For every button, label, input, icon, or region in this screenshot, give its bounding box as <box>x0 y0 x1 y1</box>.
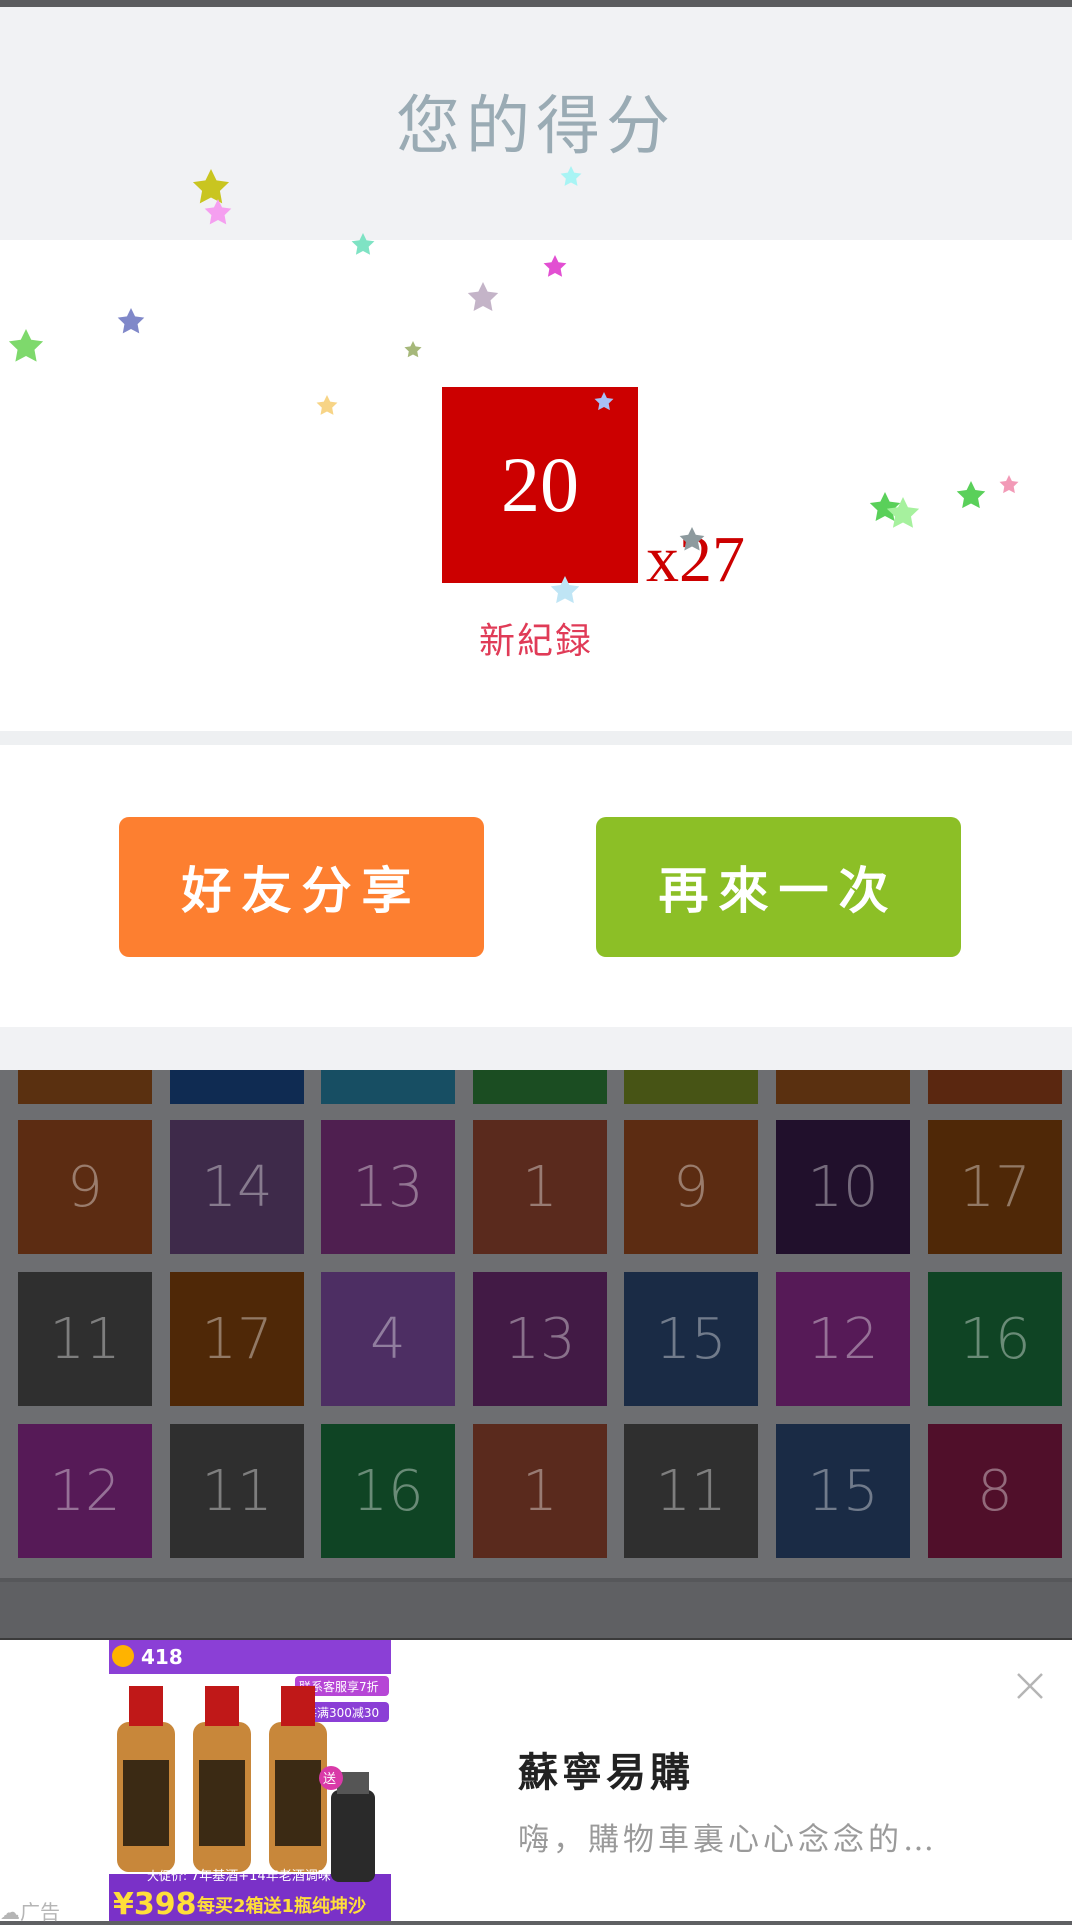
board-tile[interactable]: 13 <box>473 1272 607 1406</box>
board-tile-partial[interactable] <box>928 1070 1062 1104</box>
board-tile[interactable]: 17 <box>170 1272 304 1406</box>
score-panel: 20 x27 新紀録 <box>0 240 1072 731</box>
retry-button[interactable]: 再來一次 <box>596 817 961 957</box>
board-tile[interactable]: 11 <box>624 1424 758 1558</box>
share-button[interactable]: 好友分享 <box>119 817 484 957</box>
board-tile[interactable]: 16 <box>321 1424 455 1558</box>
divider <box>0 731 1072 745</box>
ad-price-label: 大促价: <box>147 1869 187 1883</box>
board-tile-partial[interactable] <box>624 1070 758 1104</box>
board-tile[interactable]: 9 <box>624 1120 758 1254</box>
board-tile[interactable]: 8 <box>928 1424 1062 1558</box>
board-tile-partial[interactable] <box>170 1070 304 1104</box>
board-tile[interactable]: 13 <box>321 1120 455 1254</box>
score-value: 20 <box>442 387 638 583</box>
board-tile-partial[interactable] <box>18 1070 152 1104</box>
ad-price-desc: 7年基酒+14年老酒调味 <box>191 1869 331 1884</box>
ad-offer: 每买2箱送1瓶纯坤沙 <box>197 1895 366 1917</box>
page-title: 您的得分 <box>396 90 676 164</box>
panel-bottom-strip <box>0 1027 1072 1070</box>
game-board: 9 14 13 1 9 10 17 11 17 4 13 15 12 16 12 11 16 1 11 15 8 <box>0 1070 1072 1578</box>
board-tile[interactable]: 14 <box>170 1120 304 1254</box>
board-tile-partial[interactable] <box>776 1070 910 1104</box>
board-tile[interactable]: 1 <box>473 1120 607 1254</box>
board-tile[interactable]: 4 <box>321 1272 455 1406</box>
ad-description[interactable]: 嗨，購物車裏心心念念的… <box>518 1814 938 1859</box>
board-tile[interactable]: 16 <box>928 1272 1062 1406</box>
score-header: 您的得分 <box>0 7 1072 240</box>
ad-image[interactable]: 418 联系客服享7折 每满300减30 送 大促价: 7年基酒+14年老酒调味… <box>109 1640 391 1921</box>
combo-multiplier: x27 <box>646 523 745 596</box>
ad-label: ☁广告 <box>0 1900 60 1924</box>
board-tile[interactable]: 1 <box>473 1424 607 1558</box>
ad-price: ¥398 <box>113 1887 197 1921</box>
ad-title[interactable]: 蘇寧易購 <box>518 1740 694 1798</box>
ad-promo-text: 每满300减30 <box>305 1705 379 1720</box>
board-tile-partial[interactable] <box>473 1070 607 1104</box>
board-tile[interactable]: 17 <box>928 1120 1062 1254</box>
board-tile[interactable]: 12 <box>18 1424 152 1558</box>
mascot-icon <box>112 1645 134 1667</box>
action-panel: 好友分享 再來一次 <box>0 745 1072 1027</box>
top-bar <box>0 0 1072 7</box>
board-bottom <box>0 1578 1072 1642</box>
board-tile[interactable]: 11 <box>18 1272 152 1406</box>
ad-label-text: 广告 <box>20 1900 60 1924</box>
board-tile[interactable]: 10 <box>776 1120 910 1254</box>
board-tile-partial[interactable] <box>321 1070 455 1104</box>
board-tile[interactable]: 9 <box>18 1120 152 1254</box>
close-icon[interactable] <box>1014 1670 1046 1702</box>
board-tile[interactable]: 11 <box>170 1424 304 1558</box>
board-tile[interactable]: 12 <box>776 1272 910 1406</box>
board-tile[interactable]: 15 <box>624 1272 758 1406</box>
new-record-label: 新紀録 <box>478 621 593 662</box>
board-tile[interactable]: 15 <box>776 1424 910 1558</box>
ad-banner[interactable]: 418 联系客服享7折 每满300减30 送 大促价: 7年基酒+14年老酒调味… <box>0 1638 1072 1924</box>
ad-gift-text: 送 <box>323 1772 336 1787</box>
ad-campaign-text: 418 <box>141 1645 183 1669</box>
